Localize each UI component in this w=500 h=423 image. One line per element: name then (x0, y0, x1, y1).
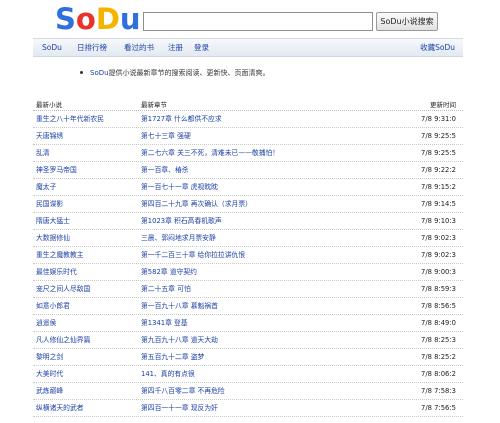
novel-title-link[interactable]: 乱清 (36, 145, 50, 161)
latest-chapter-link[interactable]: 第四百一十一章 现反为奸 (141, 400, 218, 416)
column-header-title: 最新小说 (36, 101, 62, 109)
update-time: 7/8 9:25:5 (421, 149, 456, 157)
latest-chapter-link[interactable]: 第二十五章 可怕 (141, 281, 191, 297)
header: SoDu SoDu小说搜索 (0, 0, 500, 40)
update-time: 7/8 9:00:3 (421, 268, 456, 276)
latest-chapter-link[interactable]: 141、真的有点很 (141, 366, 195, 382)
novel-title-link[interactable]: 大数据修仙 (36, 230, 70, 246)
update-time: 7/8 8:56:5 (421, 302, 456, 310)
latest-chapter-link[interactable]: 第一千二百三十章 给你拉拉讲仇恨 (141, 247, 245, 263)
update-time: 7/8 8:25:3 (421, 336, 456, 344)
update-time: 7/8 8:25:2 (421, 353, 456, 361)
site-notice: SoDu提供小说最新章节的搜索阅读、更新快、页面清爽。 (80, 68, 270, 78)
novel-title-link[interactable]: 民国谍影 (36, 196, 63, 212)
novel-title-link[interactable]: 宠尺之间人尽敌国 (36, 281, 90, 297)
nav-item-read-books[interactable]: 看过的书 (124, 39, 154, 56)
table-row: 如意小郎君 第一百九十八章 慕魁祸首 7/8 8:56:5 (33, 298, 463, 315)
novel-title-link[interactable]: 逍遥侯 (36, 315, 56, 331)
logo-letter-u: u (119, 2, 141, 36)
latest-chapter-link[interactable]: 第一百章、椿杀 (141, 162, 189, 178)
update-time: 7/8 9:14:5 (421, 200, 456, 208)
table-row: 最佳娱乐时代 第582章 道守契约 7/8 9:00:3 (33, 264, 463, 281)
update-time: 7/8 9:25:5 (421, 132, 456, 140)
table-row: 魔太子 第一百七十一章 虎视眈眈 7/8 9:15:2 (33, 179, 463, 196)
nav-item-register[interactable]: 注册 (168, 39, 183, 56)
search-button[interactable]: SoDu小说搜索 (376, 12, 438, 31)
search-input[interactable] (143, 12, 373, 31)
latest-chapter-link[interactable]: 第四百二十九章 再次确认（求月票） (141, 196, 252, 212)
table-row: 民国谍影 第四百二十九章 再次确认（求月票） 7/8 9:14:5 (33, 196, 463, 213)
update-time: 7/8 9:10:3 (421, 217, 456, 225)
latest-chapter-link[interactable]: 第一百七十一章 虎视眈眈 (141, 179, 218, 195)
nav-item-bookmark-sodu[interactable]: 收藏SoDu (420, 39, 455, 56)
notice-sodu-link[interactable]: SoDu (90, 69, 109, 77)
latest-chapter-link[interactable]: 第一百九十八章 慕魁祸首 (141, 298, 218, 314)
latest-chapter-link[interactable]: 第1341章 登基 (141, 315, 188, 331)
table-row: 纵横诸天的武者 第四百一十一章 现反为奸 7/8 7:56:5 (33, 400, 463, 417)
table-row: 凡人修仙之仙界篇 第九百九十八章 道天大劫 7/8 8:25:3 (33, 332, 463, 349)
novel-title-link[interactable]: 重生之八十年代新农民 (36, 111, 104, 127)
latest-chapter-link[interactable]: 第四千八百零二章 不再危险 (141, 383, 225, 399)
bullet-icon (80, 70, 83, 74)
latest-chapter-link[interactable]: 第582章 道守契约 (141, 264, 197, 280)
sodu-logo[interactable]: SoDu (55, 2, 141, 36)
novel-title-link[interactable]: 隋唐大猛士 (36, 213, 70, 229)
table-row: 神圣罗马帝国 第一百章、椿杀 7/8 9:22:2 (33, 162, 463, 179)
latest-chapter-link[interactable]: 第七十三章 强硬 (141, 128, 191, 144)
latest-chapter-link[interactable]: 第二七六章 关三不死，清难未已——敬捕怕！ (141, 145, 279, 161)
update-time: 7/8 9:31:0 (421, 115, 456, 123)
novel-title-link[interactable]: 魔太子 (36, 179, 56, 195)
table-row: 重生之八十年代新农民 第1727章 什么都供不应求 7/8 9:31:0 (33, 111, 463, 128)
notice-text: 提供小说最新章节的搜索阅读、更新快、页面清爽。 (108, 69, 270, 77)
update-time: 7/8 9:15:2 (421, 183, 456, 191)
table-row: 隋唐大猛士 第1023章 积石高春机歌声 7/8 9:10:3 (33, 213, 463, 230)
novel-title-link[interactable]: 重生之魔教教主 (36, 247, 84, 263)
latest-chapter-link[interactable]: 第五百九十二章 盗梦 (141, 349, 204, 365)
table-row: 天唐锦绣 第七十三章 强硬 7/8 9:25:5 (33, 128, 463, 145)
column-header-chapter: 最新章节 (141, 101, 167, 109)
table-row: 逍遥侯 第1341章 登基 7/8 8:49:0 (33, 315, 463, 332)
update-time: 7/8 8:59:3 (421, 285, 456, 293)
novel-title-link[interactable]: 如意小郎君 (36, 298, 70, 314)
novel-title-link[interactable]: 凡人修仙之仙界篇 (36, 332, 90, 348)
novel-title-link[interactable]: 黎明之剑 (36, 349, 63, 365)
table-row: 宠尺之间人尽敌国 第二十五章 可怕 7/8 8:59:3 (33, 281, 463, 298)
novel-title-link[interactable]: 最佳娱乐时代 (36, 264, 77, 280)
update-time: 7/8 8:49:0 (421, 319, 456, 327)
table-row: 乱清 第二七六章 关三不死，清难未已——敬捕怕！ 7/8 9:25:5 (33, 145, 463, 162)
latest-chapter-link[interactable]: 第九百九十八章 道天大劫 (141, 332, 218, 348)
nav-item-login[interactable]: 登录 (194, 39, 209, 56)
table-row: 重生之魔教教主 第一千二百三十章 给你拉拉讲仇恨 7/8 9:02:3 (33, 247, 463, 264)
nav-bar: SoDu 日排行榜 看过的书 注册 登录 收藏SoDu (33, 38, 463, 57)
novel-title-link[interactable]: 神圣罗马帝国 (36, 162, 77, 178)
novel-title-link[interactable]: 天唐锦绣 (36, 128, 63, 144)
nav-item-sodu[interactable]: SoDu (42, 39, 62, 56)
novel-title-link[interactable]: 纵横诸天的武者 (36, 400, 84, 416)
update-time: 7/8 9:22:2 (421, 166, 456, 174)
latest-chapter-link[interactable]: 三晨、郭闷地求月票安静 (141, 230, 216, 246)
table-row: 大数据修仙 三晨、郭闷地求月票安静 7/8 9:02:3 (33, 230, 463, 247)
logo-letter-o: o (75, 2, 96, 36)
logo-letter-s: S (55, 2, 76, 36)
table-row: 大美时代 141、真的有点很 7/8 8:06:2 (33, 366, 463, 383)
latest-chapter-link[interactable]: 第1023章 积石高春机歌声 (141, 213, 222, 229)
update-time: 7/8 7:56:5 (421, 404, 456, 412)
latest-chapter-link[interactable]: 第1727章 什么都供不应求 (141, 111, 222, 127)
update-time: 7/8 8:06:2 (421, 370, 456, 378)
column-header-time: 更新时间 (430, 101, 456, 109)
update-time: 7/8 9:02:3 (421, 251, 456, 259)
update-time: 7/8 9:02:3 (421, 234, 456, 242)
table-row: 武炼巅峰 第四千八百零二章 不再危险 7/8 7:58:3 (33, 383, 463, 400)
nav-item-daily-ranking[interactable]: 日排行榜 (77, 39, 107, 56)
novel-title-link[interactable]: 武炼巅峰 (36, 383, 63, 399)
table-header: 最新小说 最新章节 更新时间 (33, 98, 463, 111)
table-row: 黎明之剑 第五百九十二章 盗梦 7/8 8:25:2 (33, 349, 463, 366)
logo-letter-d: D (95, 2, 120, 36)
novel-list: 重生之八十年代新农民 第1727章 什么都供不应求 7/8 9:31:0 天唐锦绣 第七… (33, 111, 463, 417)
update-time: 7/8 7:58:3 (421, 387, 456, 395)
novel-title-link[interactable]: 大美时代 (36, 366, 63, 382)
